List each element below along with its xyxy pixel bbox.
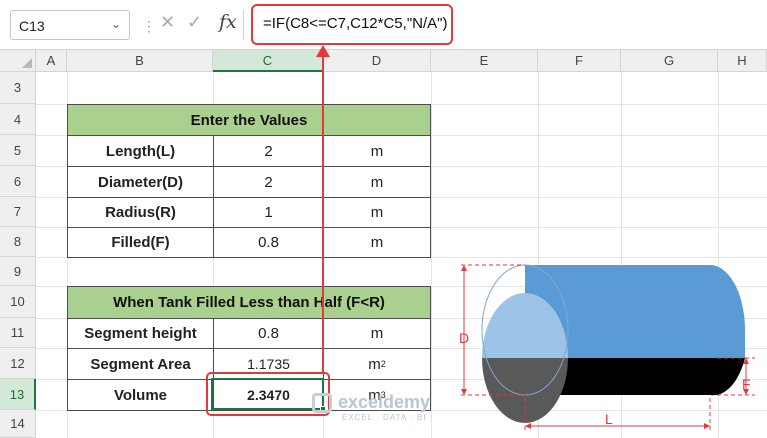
table1-label-filled[interactable]: Filled(F) <box>67 227 214 258</box>
more-options-icon[interactable]: ⋮ <box>142 18 156 35</box>
watermark-tagline: EXCEL · DATA · BI <box>342 413 427 422</box>
formula-bar-divider <box>243 10 244 40</box>
grid-line <box>431 72 432 438</box>
label-l: L <box>605 411 613 427</box>
row-header-8[interactable]: 8 <box>0 227 36 257</box>
row-header-3[interactable]: 3 <box>0 72 36 104</box>
label-f: F <box>742 376 751 392</box>
arrowhead <box>525 423 531 429</box>
insert-function-icon[interactable]: fx <box>219 11 237 33</box>
unit-text: m <box>370 325 384 342</box>
table1-label-length[interactable]: Length(L) <box>67 135 214 167</box>
row-header-6[interactable]: 6 <box>0 166 36 197</box>
table1-value-diameter[interactable]: 2 <box>213 166 324 198</box>
arrowhead <box>461 265 467 271</box>
column-header-a[interactable]: A <box>36 50 67 72</box>
annotation-arrow-head <box>316 45 330 57</box>
watermark: exceldemy EXCEL · DATA · BI <box>312 392 431 422</box>
row-header-13[interactable]: 13 <box>0 379 36 410</box>
row-header-12[interactable]: 12 <box>0 348 36 379</box>
enter-icon[interactable]: ✓ <box>187 12 202 33</box>
table1-unit-radius[interactable]: m <box>323 197 431 228</box>
table1-label-radius[interactable]: Radius(R) <box>67 197 214 228</box>
column-header-b[interactable]: B <box>67 50 213 72</box>
watermark-name: exceldemy <box>338 392 431 412</box>
column-header-d[interactable]: D <box>323 50 431 72</box>
table1-title[interactable]: Enter the Values <box>67 104 431 136</box>
unit-text: m <box>368 355 381 373</box>
exceldemy-logo-icon <box>312 392 332 413</box>
row-header-7[interactable]: 7 <box>0 197 36 227</box>
row-header-11[interactable]: 11 <box>0 318 36 348</box>
tank-diagram: D F L <box>459 264 755 430</box>
label-d: D <box>459 330 469 346</box>
column-header-f[interactable]: F <box>538 50 621 72</box>
table2-unit-segment-height[interactable]: m <box>323 318 431 349</box>
column-header-c[interactable]: C <box>213 50 323 72</box>
row-header-9[interactable]: 9 <box>0 257 36 286</box>
table2-unit-segment-area[interactable]: m2 <box>323 348 431 380</box>
table1-unit-length[interactable]: m <box>323 135 431 167</box>
column-header-h[interactable]: H <box>718 50 767 72</box>
unit-exponent: 2 <box>380 359 386 369</box>
row-header-10[interactable]: 10 <box>0 286 36 318</box>
row-header-4[interactable]: 4 <box>0 104 36 135</box>
row-header-14[interactable]: 14 <box>0 410 36 438</box>
arrowhead <box>704 423 710 429</box>
table2-label-segment-area[interactable]: Segment Area <box>67 348 214 380</box>
table2-value-segment-height[interactable]: 0.8 <box>213 318 324 349</box>
name-box[interactable]: C13 ⌄ <box>10 10 130 40</box>
table2-label-volume[interactable]: Volume <box>67 379 214 411</box>
table1-value-length[interactable]: 2 <box>213 135 324 167</box>
table2-title[interactable]: When Tank Filled Less than Half (F<R) <box>67 286 431 319</box>
table2-label-segment-height[interactable]: Segment height <box>67 318 214 349</box>
chevron-down-icon[interactable]: ⌄ <box>111 17 121 31</box>
table1-unit-diameter[interactable]: m <box>323 166 431 198</box>
arrowhead <box>461 389 467 395</box>
formula-bar: C13 ⌄ ⋮ ✕ ✓ fx =IF(C8<=C7,C12*C5,"N/A") <box>0 0 767 50</box>
formula-highlight-box <box>251 4 453 45</box>
annotation-arrow-line <box>322 56 324 372</box>
cancel-icon[interactable]: ✕ <box>160 12 175 33</box>
name-box-value: C13 <box>19 18 45 34</box>
table1-unit-filled[interactable]: m <box>323 227 431 258</box>
table1-value-radius[interactable]: 1 <box>213 197 324 228</box>
row-header-5[interactable]: 5 <box>0 135 36 166</box>
column-header-e[interactable]: E <box>431 50 538 72</box>
table1-value-filled[interactable]: 0.8 <box>213 227 324 258</box>
column-header-g[interactable]: G <box>621 50 718 72</box>
select-all-button[interactable] <box>0 50 36 72</box>
table1-label-diameter[interactable]: Diameter(D) <box>67 166 214 198</box>
